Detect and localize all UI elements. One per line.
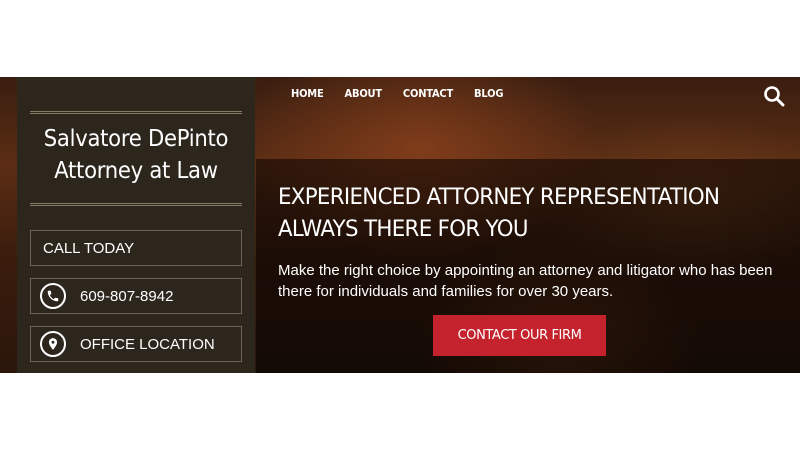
brand-name: Salvatore DePinto <box>43 126 229 152</box>
hero-subtext: Make the right choice by appointing an a… <box>278 262 773 300</box>
call-today-button[interactable]: CALL TODAY <box>30 230 242 266</box>
search-icon[interactable] <box>763 85 785 107</box>
brand-subtitle: Attorney at Law <box>54 158 218 184</box>
nav-contact[interactable]: CONTACT <box>403 87 453 100</box>
nav-home[interactable]: HOME <box>291 87 324 100</box>
nav-about[interactable]: ABOUT <box>345 87 383 100</box>
contact-our-firm-button[interactable]: CONTACT OUR FIRM <box>433 315 606 356</box>
phone-button[interactable]: 609-807-8942 <box>30 278 242 314</box>
office-location-label: OFFICE LOCATION <box>80 335 215 353</box>
sidebar-divider-bottom <box>30 203 242 206</box>
hero-headline: EXPERIENCED ATTORNEY REPRESENTATION ALWA… <box>278 185 720 242</box>
brand-title[interactable]: Salvatore DePinto Attorney at Law <box>27 123 246 187</box>
sidebar: Salvatore DePinto Attorney at Law CALL T… <box>17 77 255 373</box>
hero-banner: Salvatore DePinto Attorney at Law CALL T… <box>0 77 800 373</box>
nav-blog[interactable]: BLOG <box>474 87 503 100</box>
office-location-button[interactable]: OFFICE LOCATION <box>30 326 242 362</box>
call-today-label: CALL TODAY <box>43 239 135 257</box>
phone-number: 609-807-8942 <box>80 287 174 305</box>
top-nav: HOME ABOUT CONTACT BLOG <box>291 87 524 100</box>
phone-icon <box>40 283 66 309</box>
location-pin-icon <box>40 331 66 357</box>
sidebar-divider-top <box>30 111 242 114</box>
